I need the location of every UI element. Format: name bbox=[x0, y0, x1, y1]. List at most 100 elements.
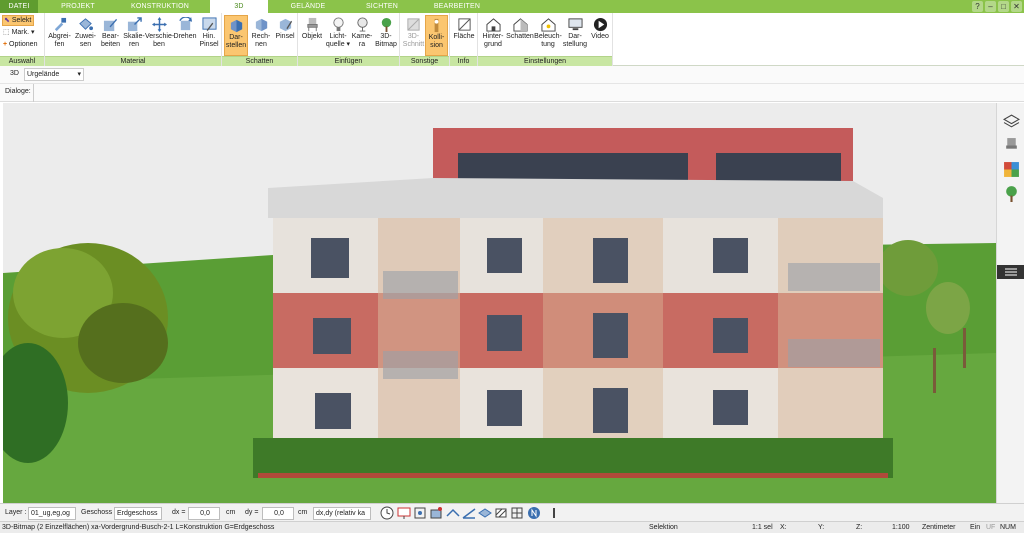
terrain-select[interactable]: Urgelände ▾ bbox=[24, 68, 84, 81]
presentation-icon[interactable] bbox=[397, 506, 411, 520]
status-bar: 3D-Bitmap (2 Einzelflächen) xa-Vordergru… bbox=[0, 521, 1024, 533]
zuweisen-button[interactable]: Zuwei- sen bbox=[73, 15, 98, 56]
lichtquelle-button[interactable]: Licht- quelle ▾ bbox=[325, 15, 351, 56]
objekt-button[interactable]: Objekt bbox=[300, 15, 324, 56]
ribbon: ⬉ Selekt ⬚ Mark. ▾ + Optionen Auswahl Ab… bbox=[0, 13, 1024, 66]
3d-viewport[interactable] bbox=[3, 103, 996, 503]
grid-icon[interactable] bbox=[510, 506, 524, 520]
drehen-label: Drehen bbox=[173, 33, 197, 40]
video-play-icon bbox=[593, 17, 607, 32]
optionen-label: Optionen bbox=[9, 41, 38, 48]
ortho-icon[interactable] bbox=[446, 506, 460, 520]
chevron-down-icon: ▾ bbox=[77, 71, 81, 78]
material-palette-icon[interactable] bbox=[1003, 161, 1020, 178]
group-schatten: Dar- stellen Rech- nen Pinsel Schatten bbox=[222, 13, 298, 66]
angle-icon[interactable] bbox=[462, 506, 476, 520]
dx-input[interactable]: 0,0 bbox=[188, 507, 220, 520]
hamburger-icon bbox=[1005, 268, 1017, 276]
hatch-icon[interactable] bbox=[494, 506, 508, 520]
tree-bitmap-icon bbox=[381, 17, 391, 32]
kamera-button[interactable]: Kame- ra bbox=[351, 15, 373, 56]
tree-icon[interactable] bbox=[1003, 185, 1020, 202]
selekt-button[interactable]: ⬉ Selekt bbox=[2, 15, 34, 26]
optionen-button[interactable]: + Optionen bbox=[2, 39, 37, 50]
3d-bitmap-button[interactable]: 3D- Bitmap bbox=[373, 15, 399, 56]
app-window: DATEI PROJEKT KONSTRUKTION 3D GELÄNDE SI… bbox=[0, 0, 1024, 533]
panel-toggle-button[interactable] bbox=[997, 265, 1024, 279]
zuweisen-label: Zuwei- sen bbox=[74, 33, 96, 48]
geschoss-select[interactable]: Erdgeschoss bbox=[114, 507, 162, 520]
maximize-button[interactable]: □ bbox=[998, 1, 1009, 12]
abgreifen-label: Abgrei- fen bbox=[48, 33, 71, 48]
layer-tool-icon[interactable] bbox=[478, 506, 492, 520]
darstellung-button[interactable]: Dar- stellung bbox=[562, 15, 588, 56]
status-num: NUM bbox=[1000, 524, 1016, 531]
group-label-schatten: Schatten bbox=[222, 56, 297, 66]
status-scale-sel: 1:1 sel bbox=[752, 524, 773, 531]
hintergrund-button[interactable]: Hinter- grund bbox=[480, 15, 506, 56]
tab-3d[interactable]: 3D bbox=[210, 0, 268, 14]
3d-schnitt-label: 3D- Schnitt bbox=[402, 33, 425, 48]
close-button[interactable]: ✕ bbox=[1011, 1, 1022, 12]
rotate-icon bbox=[178, 17, 192, 31]
north-icon[interactable] bbox=[527, 506, 541, 520]
hintergrund-label: Hinter- grund bbox=[482, 33, 504, 48]
schatten-darstellen-button[interactable]: Dar- stellen bbox=[224, 15, 248, 56]
schatten-rechnen-button[interactable]: Rech- nen bbox=[249, 15, 273, 56]
pipe-icon[interactable] bbox=[547, 506, 561, 520]
flaeche-button[interactable]: Fläche bbox=[451, 15, 477, 56]
chevron-down-icon: ▾ bbox=[31, 29, 35, 36]
abgreifen-button[interactable]: Abgrei- fen bbox=[47, 15, 72, 56]
tab-projekt[interactable]: PROJEKT bbox=[50, 0, 106, 13]
flaeche-label: Fläche bbox=[453, 33, 475, 40]
status-x: X: bbox=[780, 524, 787, 531]
beleuchtung-button[interactable]: Beleuch- tung bbox=[534, 15, 562, 56]
kollision-button[interactable]: Kolli- sion bbox=[425, 15, 448, 56]
terrain-select-value: Urgelände bbox=[27, 71, 60, 78]
skalieren-button[interactable]: Skalie- ren bbox=[123, 15, 145, 56]
verschieben-button[interactable]: Verschie- ben bbox=[145, 15, 174, 56]
group-einstellungen: Hinter- grund Schatten Beleuch- tung Dar… bbox=[478, 13, 613, 66]
hin-pinsel-button[interactable]: Hin. Pinsel bbox=[197, 15, 221, 56]
snap-grid-icon[interactable] bbox=[413, 506, 427, 520]
dy-value: 0,0 bbox=[274, 510, 284, 517]
group-label-sonstige: Sonstige bbox=[400, 56, 449, 66]
status-uf: UF bbox=[986, 524, 996, 531]
tab-sichten[interactable]: SICHTEN bbox=[350, 0, 414, 13]
snap-point-icon[interactable] bbox=[429, 506, 443, 520]
minimize-button[interactable]: – bbox=[985, 1, 996, 12]
chair-icon[interactable] bbox=[1003, 137, 1020, 154]
divider bbox=[33, 84, 34, 102]
video-button[interactable]: Video bbox=[588, 15, 612, 56]
schatten-pinsel-button[interactable]: Pinsel bbox=[273, 15, 297, 56]
lightbulb-icon bbox=[332, 17, 344, 32]
clock-icon[interactable] bbox=[380, 506, 394, 520]
lichtquelle-label: Licht- quelle ▾ bbox=[325, 33, 351, 48]
dx-value: 0,0 bbox=[200, 510, 210, 517]
geschoss-value: Erdgeschoss bbox=[117, 510, 158, 517]
3d-scene-render[interactable] bbox=[3, 103, 996, 503]
drehen-button[interactable]: Drehen bbox=[173, 15, 197, 56]
layer-select[interactable]: 01_ug,eg,og bbox=[28, 507, 76, 520]
paint-bucket-icon bbox=[79, 18, 93, 31]
tab-gelaende[interactable]: GELÄNDE bbox=[278, 0, 338, 13]
layers-icon[interactable] bbox=[1003, 113, 1020, 130]
3d-schnitt-button[interactable]: 3D- Schnitt bbox=[402, 15, 425, 56]
dy-input[interactable]: 0,0 bbox=[262, 507, 294, 520]
help-button[interactable]: ? bbox=[972, 1, 983, 12]
display-icon bbox=[567, 18, 583, 31]
status-y: Y: bbox=[818, 524, 825, 531]
tab-datei[interactable]: DATEI bbox=[0, 0, 38, 13]
edit-material-icon bbox=[103, 18, 118, 32]
schatten-einst-button[interactable]: Schatten bbox=[506, 15, 534, 56]
coord-mode-select[interactable]: dx,dy (relativ ka bbox=[313, 507, 371, 520]
bearbeiten-button[interactable]: Bear- beiten bbox=[98, 15, 123, 56]
mark-button[interactable]: ⬚ Mark. ▾ bbox=[2, 27, 35, 38]
group-label-einfuegen: Einfügen bbox=[298, 56, 399, 66]
tab-bearbeiten[interactable]: BEARBEITEN bbox=[420, 0, 494, 13]
kollision-label: Kolli- sion bbox=[428, 34, 445, 49]
collision-icon bbox=[434, 18, 439, 33]
tab-konstruktion[interactable]: KONSTRUKTION bbox=[118, 0, 202, 13]
lighting-icon bbox=[540, 18, 556, 32]
group-sonstige: 3D- Schnitt Kolli- sion Sonstige bbox=[400, 13, 450, 66]
